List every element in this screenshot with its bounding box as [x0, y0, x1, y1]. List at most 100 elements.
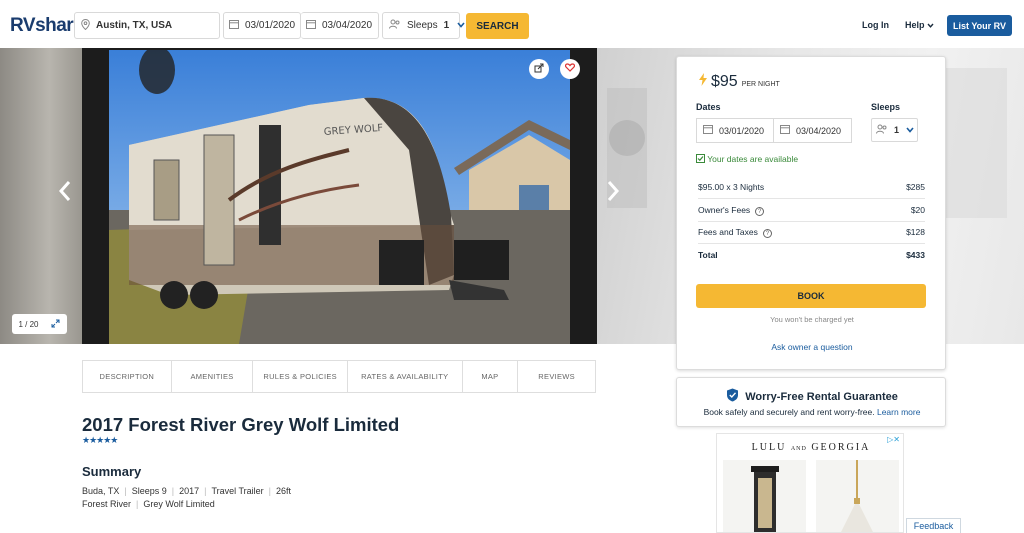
sleeps-label: Sleeps	[871, 102, 901, 112]
start-date-input[interactable]: 03/01/2020	[223, 12, 301, 39]
fact-type: Travel Trailer	[211, 486, 264, 496]
booking-card: $95 PER NIGHT Dates Sleeps 03/01/2020 03…	[676, 56, 946, 370]
ad-brand-right: GEORGIA	[811, 442, 871, 453]
divider	[698, 243, 925, 244]
tab-reviews[interactable]: REVIEWS	[518, 361, 595, 392]
help-menu[interactable]: Help	[905, 20, 934, 30]
calendar-icon	[306, 19, 316, 32]
location-input[interactable]: Austin, TX, USA	[74, 12, 220, 39]
next-photo-arrow[interactable]	[606, 178, 620, 209]
location-value: Austin, TX, USA	[96, 20, 173, 31]
sleeps-select[interactable]: Sleeps 1	[382, 12, 465, 39]
price-line-owner-fees: Owner's Fees? $20	[698, 205, 925, 216]
price-line-amount: $128	[906, 227, 925, 237]
booking-end-date[interactable]: 03/04/2020	[774, 118, 852, 143]
booking-sleeps-value: 1	[894, 125, 900, 135]
booking-start-date-value: 03/01/2020	[719, 125, 765, 136]
people-icon	[876, 124, 888, 137]
price-line-total: Total $433	[698, 250, 925, 260]
booking-start-date[interactable]: 03/01/2020	[696, 118, 774, 143]
calendar-icon	[229, 19, 239, 32]
sleeps-value: 1	[443, 20, 450, 31]
guarantee-title: Worry-Free Rental Guarantee	[677, 388, 947, 403]
price-line-nights: $95.00 x 3 Nights $285	[698, 182, 925, 192]
sleeps-label: Sleeps	[407, 20, 438, 31]
guarantee-body: Book safely and securely and rent worry-…	[703, 407, 875, 417]
divider	[698, 198, 925, 199]
calendar-icon	[703, 124, 713, 137]
price-value: $95	[711, 73, 738, 90]
end-date-input[interactable]: 03/04/2020	[301, 12, 379, 39]
share-button[interactable]	[529, 59, 549, 79]
people-icon	[389, 19, 401, 32]
divider	[698, 221, 925, 222]
share-icon	[534, 63, 544, 76]
chevron-down-icon	[457, 20, 465, 31]
heart-icon	[564, 63, 576, 75]
nightly-price: $95 PER NIGHT	[699, 73, 780, 91]
help-circle-icon[interactable]: ?	[755, 207, 765, 216]
guarantee-title-text: Worry-Free Rental Guarantee	[745, 391, 898, 403]
prev-photo-arrow[interactable]	[58, 178, 72, 209]
chevron-down-icon	[927, 20, 934, 30]
booking-end-date-value: 03/04/2020	[796, 125, 842, 136]
ad-brand-logo: LULU AND GEORGIA	[717, 442, 903, 453]
dates-label: Dates	[696, 102, 721, 112]
tab-description[interactable]: DESCRIPTION	[83, 361, 172, 392]
price-line-label: Fees and Taxes	[698, 227, 758, 237]
expand-icon	[51, 319, 60, 330]
fact-year: 2017	[179, 486, 200, 496]
favorite-button[interactable]	[560, 59, 580, 79]
ad-choices-icon[interactable]: ▷✕	[887, 435, 900, 444]
learn-more-link[interactable]: Learn more	[877, 407, 920, 417]
summary-heading: Summary	[82, 464, 142, 479]
price-line-fees-taxes: Fees and Taxes? $128	[698, 227, 925, 238]
fact-make: Forest River	[82, 499, 132, 509]
start-date-value: 03/01/2020	[245, 20, 296, 31]
ask-owner-link[interactable]: Ask owner a question	[677, 342, 947, 352]
fact-model: Grey Wolf Limited	[143, 499, 215, 509]
rv-photo[interactable]: GREY WOLF	[109, 50, 570, 344]
total-amount: $433	[906, 250, 925, 260]
login-link[interactable]: Log In	[862, 20, 889, 30]
rating-stars[interactable]: ★★★★★	[82, 435, 118, 446]
availability-text: Your dates are available	[707, 154, 799, 164]
rvshare-logo[interactable]: RVshare	[10, 15, 84, 37]
tab-map[interactable]: MAP	[463, 361, 519, 392]
ad-brand-and: AND	[790, 446, 807, 452]
price-line-label: $95.00 x 3 Nights	[698, 182, 765, 192]
ad-product-pendant[interactable]	[816, 460, 899, 532]
guarantee-card: Worry-Free Rental Guarantee Book safely …	[676, 377, 946, 427]
tab-amenities[interactable]: AMENITIES	[172, 361, 254, 392]
checkbox-check-icon	[696, 154, 705, 164]
help-circle-icon[interactable]: ?	[762, 229, 772, 238]
summary-facts-line1: Buda, TX | Sleeps 9 | 2017 | Travel Trailer…	[82, 486, 291, 496]
price-line-amount: $285	[906, 182, 925, 192]
ad-product-lantern[interactable]	[723, 460, 806, 532]
feedback-tab[interactable]: Feedback	[906, 518, 961, 533]
tab-rules-policies[interactable]: RULES & POLICIES	[253, 361, 348, 392]
help-label: Help	[905, 20, 925, 30]
fact-length: 26ft	[275, 486, 291, 496]
summary-facts-line2: Forest River | Grey Wolf Limited	[82, 499, 215, 509]
price-line-label: Owner's Fees	[698, 205, 751, 215]
map-pin-icon	[81, 18, 90, 33]
shield-icon	[726, 388, 742, 403]
fact-sleeps: Sleeps 9	[131, 486, 167, 496]
logo-rv-text: RV	[10, 15, 36, 36]
no-charge-note: You won't be charged yet	[770, 315, 854, 324]
fact-location: Buda, TX	[82, 486, 120, 496]
listing-title: 2017 Forest River Grey Wolf Limited	[82, 414, 400, 435]
per-night-label: PER NIGHT	[741, 81, 780, 88]
tab-rates-availability[interactable]: RATES & AVAILABILITY	[348, 361, 463, 392]
price-line-amount: $20	[910, 205, 925, 215]
advertisement[interactable]: LULU AND GEORGIA ▷✕	[716, 433, 904, 533]
search-button[interactable]: SEARCH	[466, 13, 529, 39]
photo-counter[interactable]: 1 / 20	[12, 314, 67, 334]
guarantee-text: Book safely and securely and rent worry-…	[677, 407, 947, 417]
calendar-icon	[780, 124, 790, 137]
book-button[interactable]: BOOK	[696, 284, 926, 308]
list-your-rv-button[interactable]: List Your RV	[947, 15, 1012, 36]
booking-sleeps-select[interactable]: 1	[871, 118, 918, 142]
top-nav: RVshare Austin, TX, USA 03/01/2020 03/04…	[0, 0, 1024, 52]
